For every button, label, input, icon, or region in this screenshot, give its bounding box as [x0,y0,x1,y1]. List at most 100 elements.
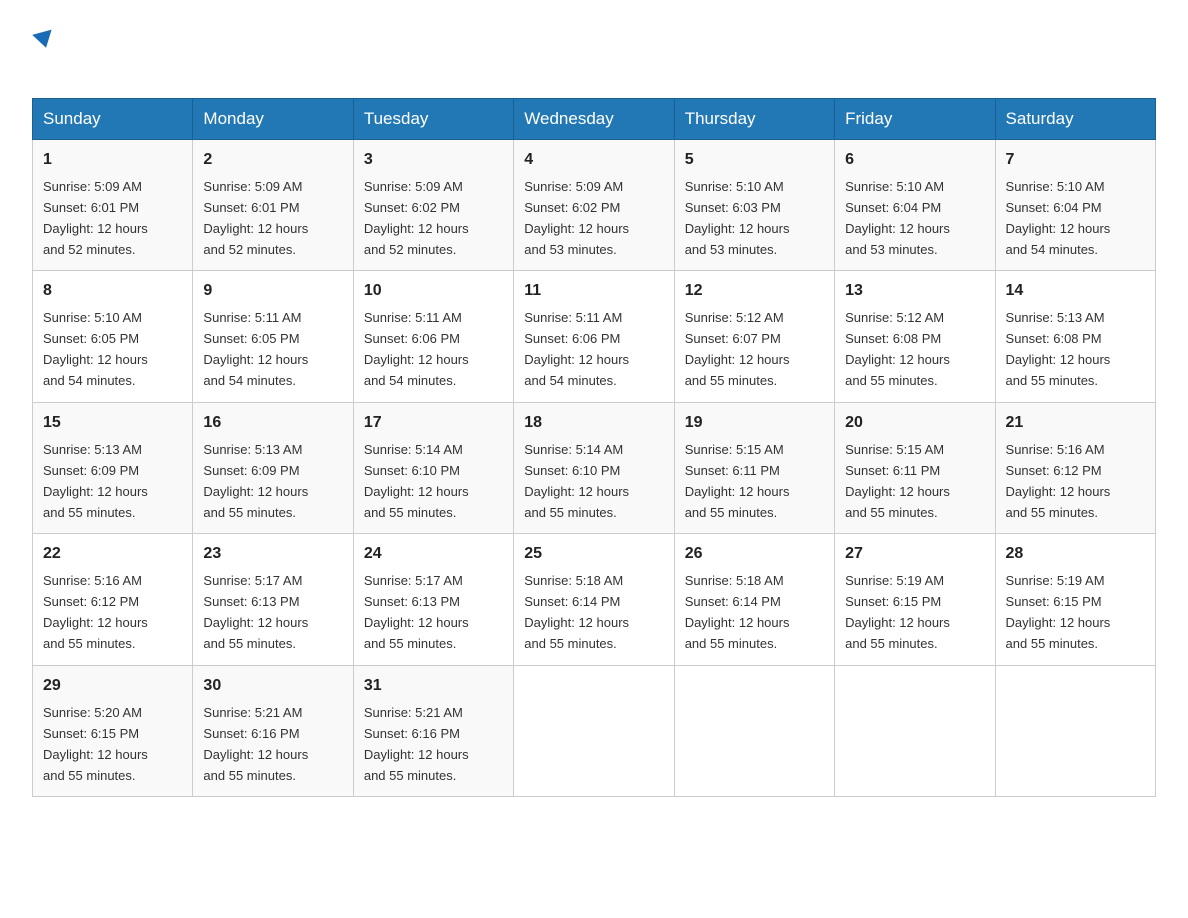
logo: General [32,24,136,78]
calendar-day-cell: 17 Sunrise: 5:14 AMSunset: 6:10 PMDaylig… [353,402,513,533]
day-info: Sunrise: 5:10 AMSunset: 6:03 PMDaylight:… [685,179,790,257]
calendar-day-cell: 14 Sunrise: 5:13 AMSunset: 6:08 PMDaylig… [995,271,1155,402]
day-number: 14 [1006,279,1145,304]
day-info: Sunrise: 5:12 AMSunset: 6:07 PMDaylight:… [685,310,790,388]
day-number: 31 [364,674,503,699]
day-info: Sunrise: 5:13 AMSunset: 6:09 PMDaylight:… [203,442,308,520]
day-info: Sunrise: 5:14 AMSunset: 6:10 PMDaylight:… [524,442,629,520]
calendar-day-cell: 15 Sunrise: 5:13 AMSunset: 6:09 PMDaylig… [33,402,193,533]
calendar-day-cell: 30 Sunrise: 5:21 AMSunset: 6:16 PMDaylig… [193,665,353,796]
calendar-day-cell [514,665,674,796]
calendar-day-cell: 31 Sunrise: 5:21 AMSunset: 6:16 PMDaylig… [353,665,513,796]
calendar-day-cell: 4 Sunrise: 5:09 AMSunset: 6:02 PMDayligh… [514,140,674,271]
calendar-day-cell: 3 Sunrise: 5:09 AMSunset: 6:02 PMDayligh… [353,140,513,271]
day-info: Sunrise: 5:19 AMSunset: 6:15 PMDaylight:… [845,573,950,651]
day-number: 19 [685,411,824,436]
day-info: Sunrise: 5:10 AMSunset: 6:04 PMDaylight:… [845,179,950,257]
day-number: 7 [1006,148,1145,173]
calendar-week-row: 15 Sunrise: 5:13 AMSunset: 6:09 PMDaylig… [33,402,1156,533]
day-number: 30 [203,674,342,699]
page-header: General [32,24,1156,78]
calendar-day-cell: 9 Sunrise: 5:11 AMSunset: 6:05 PMDayligh… [193,271,353,402]
day-info: Sunrise: 5:14 AMSunset: 6:10 PMDaylight:… [364,442,469,520]
calendar-week-row: 22 Sunrise: 5:16 AMSunset: 6:12 PMDaylig… [33,534,1156,665]
calendar-table: Sunday Monday Tuesday Wednesday Thursday… [32,98,1156,797]
day-number: 24 [364,542,503,567]
calendar-day-cell: 28 Sunrise: 5:19 AMSunset: 6:15 PMDaylig… [995,534,1155,665]
calendar-day-cell: 2 Sunrise: 5:09 AMSunset: 6:01 PMDayligh… [193,140,353,271]
day-info: Sunrise: 5:11 AMSunset: 6:05 PMDaylight:… [203,310,308,388]
day-info: Sunrise: 5:21 AMSunset: 6:16 PMDaylight:… [203,705,308,783]
day-number: 25 [524,542,663,567]
day-info: Sunrise: 5:10 AMSunset: 6:05 PMDaylight:… [43,310,148,388]
calendar-day-cell: 1 Sunrise: 5:09 AMSunset: 6:01 PMDayligh… [33,140,193,271]
day-number: 2 [203,148,342,173]
day-info: Sunrise: 5:13 AMSunset: 6:09 PMDaylight:… [43,442,148,520]
calendar-day-cell: 25 Sunrise: 5:18 AMSunset: 6:14 PMDaylig… [514,534,674,665]
day-number: 10 [364,279,503,304]
day-number: 23 [203,542,342,567]
day-info: Sunrise: 5:16 AMSunset: 6:12 PMDaylight:… [43,573,148,651]
day-number: 6 [845,148,984,173]
day-number: 9 [203,279,342,304]
day-number: 13 [845,279,984,304]
day-number: 15 [43,411,182,436]
day-info: Sunrise: 5:17 AMSunset: 6:13 PMDaylight:… [203,573,308,651]
calendar-day-cell: 10 Sunrise: 5:11 AMSunset: 6:06 PMDaylig… [353,271,513,402]
day-number: 4 [524,148,663,173]
day-info: Sunrise: 5:15 AMSunset: 6:11 PMDaylight:… [845,442,950,520]
calendar-day-cell [995,665,1155,796]
day-info: Sunrise: 5:09 AMSunset: 6:02 PMDaylight:… [364,179,469,257]
day-info: Sunrise: 5:15 AMSunset: 6:11 PMDaylight:… [685,442,790,520]
calendar-day-cell: 19 Sunrise: 5:15 AMSunset: 6:11 PMDaylig… [674,402,834,533]
calendar-day-cell: 12 Sunrise: 5:12 AMSunset: 6:07 PMDaylig… [674,271,834,402]
day-number: 8 [43,279,182,304]
day-number: 12 [685,279,824,304]
day-number: 3 [364,148,503,173]
day-info: Sunrise: 5:09 AMSunset: 6:01 PMDaylight:… [203,179,308,257]
calendar-day-cell: 26 Sunrise: 5:18 AMSunset: 6:14 PMDaylig… [674,534,834,665]
col-friday: Friday [835,99,995,140]
day-number: 21 [1006,411,1145,436]
calendar-day-cell: 22 Sunrise: 5:16 AMSunset: 6:12 PMDaylig… [33,534,193,665]
calendar-day-cell [674,665,834,796]
day-info: Sunrise: 5:17 AMSunset: 6:13 PMDaylight:… [364,573,469,651]
day-info: Sunrise: 5:09 AMSunset: 6:02 PMDaylight:… [524,179,629,257]
day-number: 17 [364,411,503,436]
day-number: 28 [1006,542,1145,567]
day-number: 18 [524,411,663,436]
calendar-day-cell: 7 Sunrise: 5:10 AMSunset: 6:04 PMDayligh… [995,140,1155,271]
day-info: Sunrise: 5:21 AMSunset: 6:16 PMDaylight:… [364,705,469,783]
day-number: 26 [685,542,824,567]
calendar-week-row: 1 Sunrise: 5:09 AMSunset: 6:01 PMDayligh… [33,140,1156,271]
day-info: Sunrise: 5:12 AMSunset: 6:08 PMDaylight:… [845,310,950,388]
calendar-week-row: 8 Sunrise: 5:10 AMSunset: 6:05 PMDayligh… [33,271,1156,402]
day-number: 1 [43,148,182,173]
day-info: Sunrise: 5:09 AMSunset: 6:01 PMDaylight:… [43,179,148,257]
calendar-header-row: Sunday Monday Tuesday Wednesday Thursday… [33,99,1156,140]
day-info: Sunrise: 5:18 AMSunset: 6:14 PMDaylight:… [685,573,790,651]
calendar-day-cell: 29 Sunrise: 5:20 AMSunset: 6:15 PMDaylig… [33,665,193,796]
calendar-day-cell: 24 Sunrise: 5:17 AMSunset: 6:13 PMDaylig… [353,534,513,665]
day-number: 29 [43,674,182,699]
day-number: 16 [203,411,342,436]
col-tuesday: Tuesday [353,99,513,140]
day-info: Sunrise: 5:19 AMSunset: 6:15 PMDaylight:… [1006,573,1111,651]
day-info: Sunrise: 5:11 AMSunset: 6:06 PMDaylight:… [364,310,469,388]
calendar-day-cell: 27 Sunrise: 5:19 AMSunset: 6:15 PMDaylig… [835,534,995,665]
day-info: Sunrise: 5:18 AMSunset: 6:14 PMDaylight:… [524,573,629,651]
col-monday: Monday [193,99,353,140]
calendar-day-cell: 8 Sunrise: 5:10 AMSunset: 6:05 PMDayligh… [33,271,193,402]
calendar-day-cell: 6 Sunrise: 5:10 AMSunset: 6:04 PMDayligh… [835,140,995,271]
calendar-day-cell: 16 Sunrise: 5:13 AMSunset: 6:09 PMDaylig… [193,402,353,533]
day-number: 20 [845,411,984,436]
col-thursday: Thursday [674,99,834,140]
day-number: 5 [685,148,824,173]
calendar-day-cell [835,665,995,796]
calendar-day-cell: 23 Sunrise: 5:17 AMSunset: 6:13 PMDaylig… [193,534,353,665]
calendar-day-cell: 13 Sunrise: 5:12 AMSunset: 6:08 PMDaylig… [835,271,995,402]
col-sunday: Sunday [33,99,193,140]
col-wednesday: Wednesday [514,99,674,140]
col-saturday: Saturday [995,99,1155,140]
day-number: 27 [845,542,984,567]
